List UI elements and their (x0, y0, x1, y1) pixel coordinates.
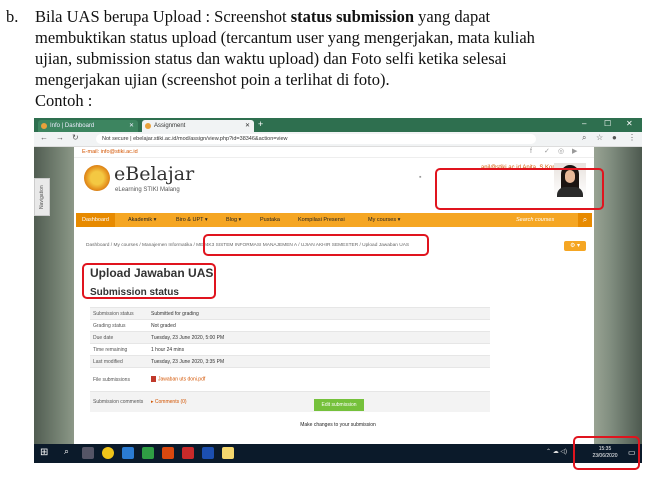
favicon-icon (145, 123, 151, 129)
search-input[interactable]: Search courses (516, 213, 554, 227)
profile-icon[interactable]: ● (612, 133, 617, 142)
back-icon[interactable]: ← (40, 133, 48, 142)
edge-icon[interactable] (122, 447, 134, 459)
address-bar: ← → ↻ Not secure | ebelajar.stiki.ac.id/… (34, 132, 642, 147)
menu-item-blog[interactable]: Blog ▾ (226, 213, 241, 227)
highlight-title-box (82, 263, 216, 299)
tab-dashboard[interactable]: Info | Dashboard ✕ (38, 120, 138, 132)
submission-status-table: Submission status Submitted for grading G… (90, 307, 490, 412)
brand-subtitle: eLearning STIKI Malang (115, 187, 180, 193)
system-tray-icons[interactable]: ⌃ ☁ ◁) (546, 448, 567, 455)
facebook-icon[interactable]: f (530, 147, 532, 157)
close-icon[interactable]: ✕ (245, 120, 250, 132)
settings-gear-icon[interactable]: ⚙ ▾ (564, 241, 586, 251)
file-link[interactable]: Jawaban uts doni.pdf (158, 377, 205, 383)
zoom-icon[interactable]: ⌕ (582, 133, 586, 143)
url-field[interactable]: Not secure | ebelajar.stiki.ac.id/mod/as… (96, 134, 536, 144)
new-tab-icon[interactable]: + (258, 119, 263, 129)
edit-note: Make changes to your submission (300, 422, 376, 428)
instagram-icon[interactable]: ◎ (558, 147, 564, 157)
acrobat-icon[interactable] (182, 447, 194, 459)
menu-item-dashboard[interactable]: Dashboard (76, 213, 115, 227)
word-icon[interactable] (202, 447, 214, 459)
menu-item-my-courses[interactable]: My courses ▾ (368, 213, 400, 227)
paragraph-line-2: membuktikan status upload (tercantum use… (35, 28, 535, 47)
search-icon[interactable]: ⌕ (578, 213, 592, 227)
top-info-bar: E-mail: info@stiki.ac.id f ✓ ◎ ▶ (74, 147, 594, 158)
menu-item-presensi[interactable]: Kompilasi Presensi (298, 213, 345, 227)
windows-taskbar: ⊞ ⌕ ⌃ ☁ ◁) 15:35 23/06/2020 ▭ (34, 444, 642, 463)
table-row: Grading status Not graded (90, 319, 490, 332)
edit-submission-button[interactable]: Edit submission (314, 399, 364, 411)
menu-item-pustaka[interactable]: Pustaka (260, 213, 280, 227)
comments-toggle[interactable]: ▸ Comments (0) (151, 399, 187, 405)
browser-tab-strip: Info | Dashboard ✕ Assignment ✕ + – ☐ ✕ (34, 118, 642, 132)
highlight-user-box (435, 168, 604, 210)
paragraph-line-1: Bila UAS berupa Upload : Screenshot stat… (35, 7, 491, 26)
table-row: File submissions Jawaban uts doni.pdf (90, 367, 490, 392)
navigation-drawer-tab[interactable]: Navigation (34, 178, 50, 216)
email-link[interactable]: E-mail: info@stiki.ac.id (82, 147, 138, 157)
messages-icon[interactable]: ▪ (419, 174, 421, 181)
chrome-icon[interactable] (102, 447, 114, 459)
list-bullet: b. (6, 7, 19, 26)
paragraph-line-4: mengerjakan ujian (screenshot poin a ter… (35, 70, 390, 89)
highlight-clock-box (573, 436, 640, 470)
close-window-icon[interactable]: ✕ (626, 119, 633, 128)
table-row: Submission status Submitted for grading (90, 307, 490, 320)
brand-title[interactable]: eBelajar (114, 163, 194, 185)
main-menu: Dashboard Akademik ▾ Biro & UPT ▾ Blog ▾… (76, 213, 592, 227)
reload-icon[interactable]: ↻ (72, 133, 79, 142)
powerpoint-icon[interactable] (162, 447, 174, 459)
menu-item-akademik[interactable]: Akademik ▾ (128, 213, 156, 227)
maximize-icon[interactable]: ☐ (604, 119, 611, 128)
table-row: Time remaining 1 hour 24 mins (90, 343, 490, 356)
tab-assignment[interactable]: Assignment ✕ (142, 120, 254, 132)
twitter-icon[interactable]: ✓ (544, 147, 550, 157)
menu-item-biro[interactable]: Biro & UPT ▾ (176, 213, 208, 227)
bookmark-star-icon[interactable]: ☆ (596, 133, 603, 142)
pdf-file-icon (151, 376, 156, 383)
bold-term: status submission (290, 7, 415, 26)
favicon-icon (41, 123, 47, 129)
windows-start-icon[interactable]: ⊞ (40, 448, 48, 458)
search-icon[interactable]: ⌕ (64, 446, 69, 457)
excel-icon[interactable] (142, 447, 154, 459)
paragraph-line-3: ujian, submission status dan waktu uploa… (35, 49, 507, 68)
forward-icon[interactable]: → (56, 133, 64, 142)
highlight-course-box (203, 234, 429, 256)
stiki-logo (84, 165, 110, 191)
close-icon[interactable]: ✕ (129, 120, 134, 132)
paragraph-line-5: Contoh : (35, 91, 93, 110)
menu-dots-icon[interactable]: ⋮ (628, 133, 636, 142)
table-row: Last modified Tuesday, 23 June 2020, 3:35… (90, 355, 490, 368)
file-explorer-icon[interactable] (222, 447, 234, 459)
table-row: Due date Tuesday, 23 June 2020, 5:00 PM (90, 331, 490, 344)
task-view-icon[interactable] (82, 447, 94, 459)
minimize-icon[interactable]: – (582, 119, 586, 128)
table-row: Submission comments ▸ Comments (0) (90, 391, 490, 412)
youtube-icon[interactable]: ▶ (572, 147, 577, 157)
